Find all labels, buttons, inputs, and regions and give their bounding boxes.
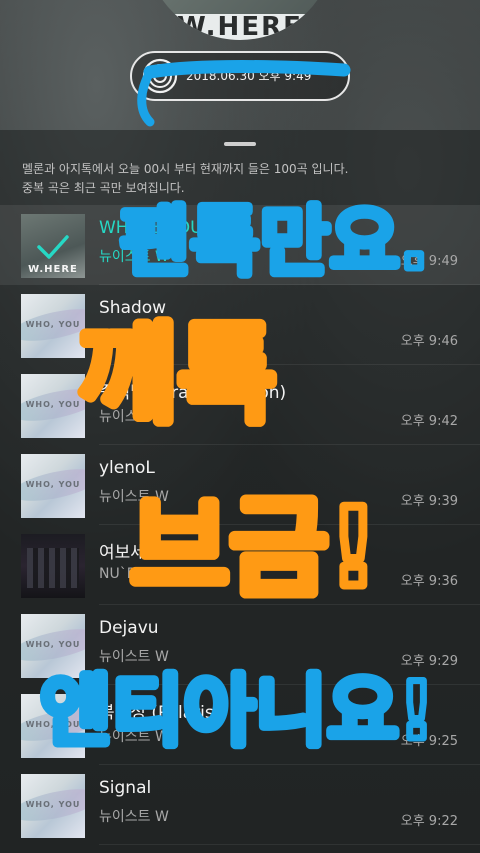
track-artist: 뉴이스트 W bbox=[99, 809, 169, 825]
track-artist: 뉴이스트 W bbox=[99, 729, 169, 745]
track-row[interactable]: WHO, YOU Dejavu 뉴이스트 W 오후 9:29 bbox=[0, 605, 480, 685]
track-row[interactable]: WHO, YOU Shadow 뉴이스트 W 오후 9:46 bbox=[0, 285, 480, 365]
album-watermark: WHO, YOU bbox=[25, 480, 81, 489]
play-time: 오후 9:49 bbox=[400, 254, 458, 269]
track-title: ylenoL bbox=[99, 458, 155, 478]
date-label: 2018.06.30 오후 9:49 bbox=[186, 69, 312, 83]
album-watermark: WHO, YOU bbox=[25, 800, 81, 809]
track-title: 북극성 (Polaris) bbox=[99, 703, 221, 723]
notice-line-1: 멜론과 아지톡에서 오늘 00시 부터 현재까지 들은 100곡 입니다. bbox=[22, 162, 349, 176]
track-artist: 뉴이스트 W bbox=[99, 409, 169, 425]
track-row[interactable]: WHO, YOU Signal 뉴이스트 W 오후 9:22 bbox=[0, 765, 480, 845]
now-playing-check-icon bbox=[37, 235, 69, 259]
album-art-text: W.HERE bbox=[145, 14, 335, 40]
album-thumbnail: WHO, YOU bbox=[21, 294, 85, 358]
track-list: W.HERE WHERE YOU AT 뉴이스트 W 오후 9:49 WHO, YOU S… bbox=[0, 205, 480, 845]
album-watermark: WHO, YOU bbox=[25, 400, 81, 409]
track-artist: 뉴이스트 W bbox=[99, 489, 169, 505]
notice-text: 멜론과 아지톡에서 오늘 00시 부터 현재까지 들은 100곡 입니다. 중복… bbox=[22, 160, 462, 198]
album-thumbnail: WHO, YOU bbox=[21, 454, 85, 518]
album-art-circle: W.HERE bbox=[145, 0, 335, 40]
track-title: Signal bbox=[99, 778, 152, 798]
vinyl-icon bbox=[142, 58, 178, 94]
track-artist: 뉴이스트 W bbox=[99, 649, 169, 665]
track-title: Shadow bbox=[99, 298, 167, 318]
play-time: 오후 9:22 bbox=[400, 814, 458, 829]
album-thumbnail: WHO, YOU bbox=[21, 774, 85, 838]
track-artist: 뉴이스트 W bbox=[99, 329, 169, 345]
play-time: 오후 9:29 bbox=[400, 654, 458, 669]
drag-handle[interactable] bbox=[224, 142, 256, 146]
album-thumbnail: WHO, YOU bbox=[21, 694, 85, 758]
track-title: 여보세요 bbox=[99, 543, 162, 563]
play-time: 오후 9:36 bbox=[400, 574, 458, 589]
track-row[interactable]: W.HERE WHERE YOU AT 뉴이스트 W 오후 9:49 bbox=[0, 205, 480, 285]
album-group-photo bbox=[27, 548, 79, 588]
track-title: Dejavu bbox=[99, 618, 159, 638]
track-title: WHERE YOU AT bbox=[99, 218, 229, 238]
album-thumbnail: WHO, YOU bbox=[21, 614, 85, 678]
track-row[interactable]: 여보세요 NU`EST 오후 9:36 bbox=[0, 525, 480, 605]
row-divider bbox=[99, 844, 480, 845]
album-thumbnail bbox=[21, 534, 85, 598]
album-thumbnail: W.HERE bbox=[21, 214, 85, 278]
play-time: 오후 9:25 bbox=[400, 734, 458, 749]
album-watermark: W.HERE bbox=[28, 264, 78, 275]
play-time: 오후 9:39 bbox=[400, 494, 458, 509]
track-row[interactable]: WHO, YOU 중력달 (Gravity&Moon) 뉴이스트 W 오후 9:42 bbox=[0, 365, 480, 445]
date-pill[interactable]: 2018.06.30 오후 9:49 bbox=[130, 51, 350, 101]
track-artist: 뉴이스트 W bbox=[99, 249, 169, 265]
track-title: 중력달 (Gravity&Moon) bbox=[99, 383, 287, 403]
album-watermark: WHO, YOU bbox=[25, 720, 81, 729]
album-thumbnail: WHO, YOU bbox=[21, 374, 85, 438]
album-watermark: WHO, YOU bbox=[25, 320, 81, 329]
album-watermark: WHO, YOU bbox=[25, 640, 81, 649]
track-row[interactable]: WHO, YOU ylenoL 뉴이스트 W 오후 9:39 bbox=[0, 445, 480, 525]
track-row[interactable]: WHO, YOU 북극성 (Polaris) 뉴이스트 W 오후 9:25 bbox=[0, 685, 480, 765]
play-time: 오후 9:42 bbox=[400, 414, 458, 429]
track-artist: NU`EST bbox=[99, 566, 154, 582]
play-time: 오후 9:46 bbox=[400, 334, 458, 349]
notice-line-2: 중복 곡은 최근 곡만 보여집니다. bbox=[22, 181, 185, 195]
